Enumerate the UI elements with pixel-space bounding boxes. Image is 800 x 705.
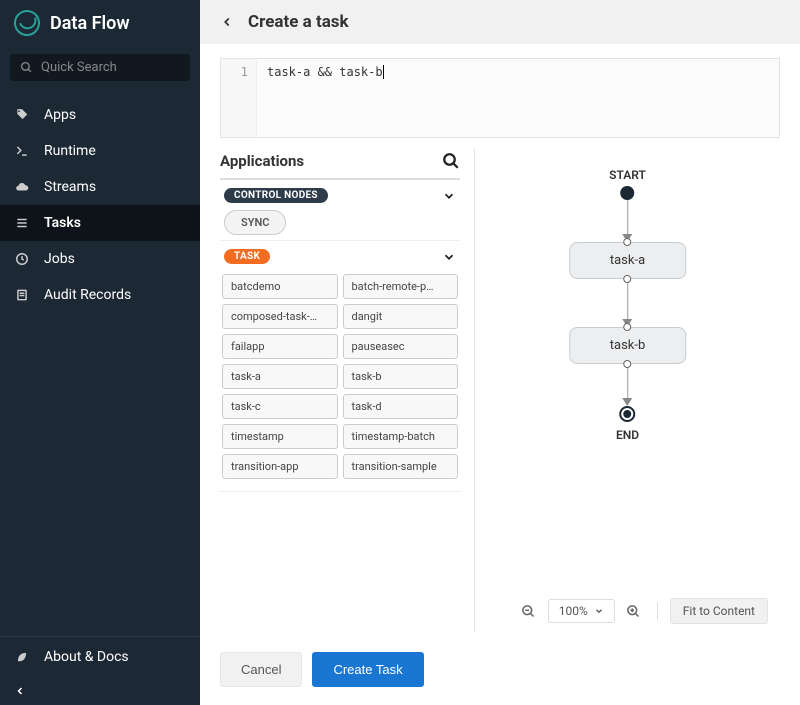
sync-node-tile[interactable]: SYNC — [224, 210, 286, 235]
fit-to-content-button[interactable]: Fit to Content — [670, 598, 768, 624]
text-cursor — [383, 65, 384, 79]
nav-audit-records[interactable]: Audit Records — [0, 277, 200, 313]
chevron-down-icon — [442, 250, 456, 264]
task-tile[interactable]: dangit — [343, 304, 459, 329]
task-tile[interactable]: failapp — [222, 334, 338, 359]
toolbar-divider — [657, 602, 658, 620]
zoom-out-button[interactable] — [518, 600, 540, 622]
task-tile[interactable]: transition-sample — [343, 454, 459, 479]
nav-runtime[interactable]: Runtime — [0, 133, 200, 169]
chevron-left-icon — [220, 15, 234, 29]
task-tile[interactable]: transition-app — [222, 454, 338, 479]
end-label: END — [616, 428, 639, 442]
task-tile[interactable]: timestamp — [222, 424, 338, 449]
flow-canvas[interactable]: START task-a task-b END — [475, 148, 780, 590]
page-title: Create a task — [248, 12, 349, 32]
cloud-icon — [14, 180, 30, 194]
chevron-left-icon — [14, 685, 26, 697]
task-tile[interactable]: task-d — [343, 394, 459, 419]
flow-node-task-a[interactable]: task-a — [569, 242, 686, 279]
dsl-editor[interactable]: 1 task-a && task-b — [220, 58, 780, 138]
nav-label: Apps — [44, 107, 76, 123]
zoom-in-icon — [626, 604, 641, 619]
start-node[interactable] — [620, 186, 634, 200]
editor-code[interactable]: task-a && task-b — [257, 59, 393, 137]
node-port[interactable] — [623, 323, 631, 331]
nav-about-docs[interactable]: About & Docs — [0, 637, 200, 677]
zoom-out-icon — [521, 604, 536, 619]
node-port[interactable] — [623, 238, 631, 246]
nav-apps[interactable]: Apps — [0, 97, 200, 133]
quick-search[interactable]: Quick Search — [10, 54, 190, 81]
search-icon — [20, 61, 33, 74]
clipboard-icon — [14, 288, 30, 302]
flow-edge — [622, 364, 632, 406]
task-tile[interactable]: batcdemo — [222, 274, 338, 299]
zoom-select[interactable]: 100% — [548, 599, 615, 623]
flow-node-task-b[interactable]: task-b — [569, 327, 687, 364]
brand-name: Data Flow — [50, 13, 130, 34]
task-tile[interactable]: pauseasec — [343, 334, 459, 359]
nav-label: Audit Records — [44, 287, 131, 303]
brand-logo-icon — [14, 10, 40, 36]
task-section-toggle[interactable]: TASK — [220, 249, 460, 270]
nav-label: About & Docs — [44, 649, 129, 665]
flow-edge — [622, 200, 632, 242]
palette-title: Applications — [220, 152, 304, 170]
nav-label: Runtime — [44, 143, 96, 159]
task-chip: TASK — [224, 249, 270, 264]
leaf-icon — [14, 650, 30, 664]
node-port[interactable] — [623, 275, 631, 283]
zoom-in-button[interactable] — [623, 600, 645, 622]
tag-icon — [14, 108, 30, 122]
terminal-icon — [14, 144, 30, 158]
end-node[interactable] — [619, 406, 635, 422]
chevron-down-icon — [594, 606, 604, 616]
start-label: START — [609, 168, 646, 182]
nav-tasks[interactable]: Tasks — [0, 205, 200, 241]
control-nodes-section-toggle[interactable]: CONTROL NODES — [220, 188, 460, 209]
chevron-down-icon — [442, 189, 456, 203]
palette-search-button[interactable] — [442, 152, 460, 170]
task-tile[interactable]: task-a — [222, 364, 338, 389]
nav-streams[interactable]: Streams — [0, 169, 200, 205]
collapse-sidebar-button[interactable] — [0, 677, 200, 705]
task-tile[interactable]: task-c — [222, 394, 338, 419]
search-placeholder: Quick Search — [41, 60, 117, 75]
nav-jobs[interactable]: Jobs — [0, 241, 200, 277]
nav-label: Streams — [44, 179, 96, 195]
task-tile[interactable]: task-b — [343, 364, 459, 389]
back-button[interactable] — [220, 15, 234, 29]
task-tile[interactable]: composed-task-… — [222, 304, 338, 329]
node-port[interactable] — [623, 360, 631, 368]
cancel-button[interactable]: Cancel — [220, 652, 302, 687]
editor-gutter: 1 — [221, 59, 257, 137]
list-icon — [14, 216, 30, 230]
create-task-button[interactable]: Create Task — [312, 652, 423, 687]
task-tile[interactable]: batch-remote-p… — [343, 274, 459, 299]
task-tile[interactable]: timestamp-batch — [343, 424, 459, 449]
nav-label: Tasks — [44, 215, 81, 231]
flow-edge — [622, 279, 632, 327]
search-icon — [442, 152, 460, 170]
control-nodes-chip: CONTROL NODES — [224, 188, 328, 203]
clock-icon — [14, 252, 30, 266]
nav-label: Jobs — [44, 251, 75, 267]
